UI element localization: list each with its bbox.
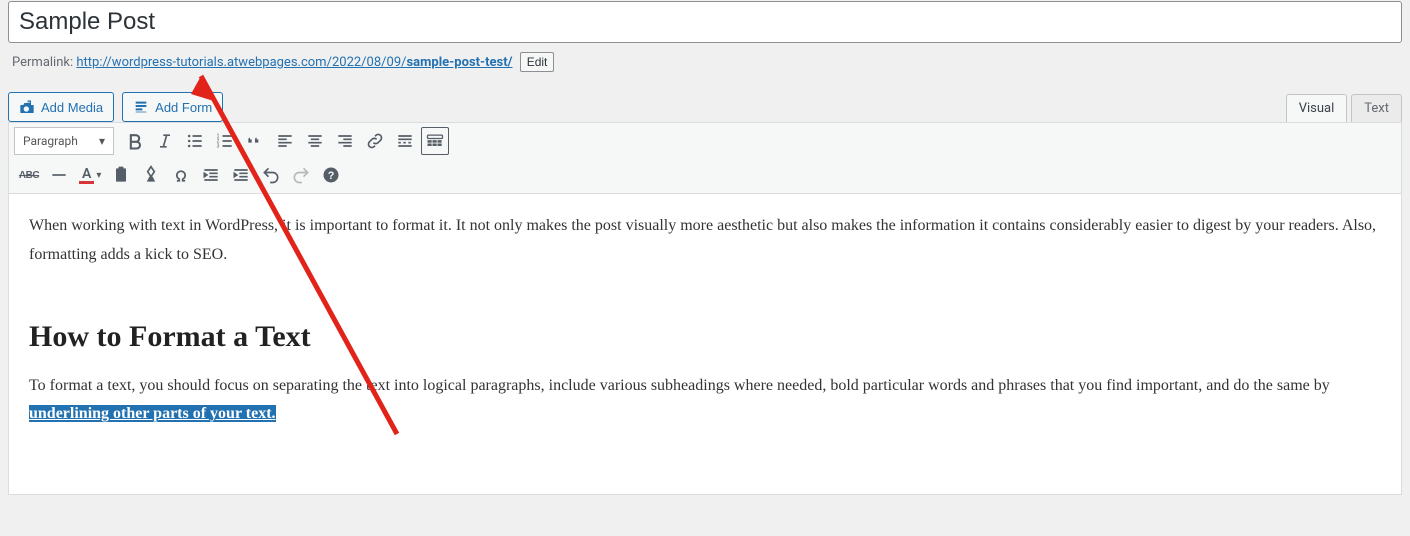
post-title-input[interactable] [8, 1, 1402, 43]
numbered-list-button[interactable]: 123 [211, 127, 239, 155]
permalink-link[interactable]: http://wordpress-tutorials.atwebpages.co… [76, 55, 512, 70]
svg-text:?: ? [328, 170, 335, 182]
toolbar: Paragraph ▾ 123 ABC A ▾ [9, 123, 1401, 194]
strikethrough-button[interactable]: ABC [15, 161, 43, 189]
content-paragraph: When working with text in WordPress, it … [29, 212, 1381, 270]
help-button[interactable]: ? [317, 161, 345, 189]
form-icon [133, 99, 149, 115]
content-paragraph: To format a text, you should focus on se… [29, 372, 1381, 430]
permalink-row: Permalink: http://wordpress-tutorials.at… [8, 43, 1402, 82]
toolbar-toggle-button[interactable] [421, 127, 449, 155]
selected-text: underlining other parts of your text. [29, 405, 276, 422]
align-left-button[interactable] [271, 127, 299, 155]
caret-down-icon: ▾ [99, 134, 105, 148]
add-form-button[interactable]: Add Form [122, 92, 223, 122]
align-right-button[interactable] [331, 127, 359, 155]
tab-text[interactable]: Text [1351, 94, 1402, 122]
redo-button[interactable] [287, 161, 315, 189]
caret-down-icon: ▾ [96, 170, 101, 181]
format-select[interactable]: Paragraph ▾ [14, 127, 114, 155]
indent-button[interactable] [227, 161, 255, 189]
outdent-button[interactable] [197, 161, 225, 189]
special-char-button[interactable] [167, 161, 195, 189]
bullet-list-button[interactable] [181, 127, 209, 155]
undo-button[interactable] [257, 161, 285, 189]
editor-box: Paragraph ▾ 123 ABC A ▾ [8, 122, 1402, 495]
bold-button[interactable] [121, 127, 149, 155]
italic-button[interactable] [151, 127, 179, 155]
camera-music-icon [19, 99, 35, 115]
tab-visual[interactable]: Visual [1286, 94, 1348, 122]
link-button[interactable] [361, 127, 389, 155]
add-media-button[interactable]: Add Media [8, 92, 114, 122]
permalink-label: Permalink: [12, 55, 73, 70]
read-more-button[interactable] [391, 127, 419, 155]
text-color-button[interactable]: A ▾ [75, 161, 105, 189]
blockquote-button[interactable] [241, 127, 269, 155]
horizontal-line-button[interactable] [45, 161, 73, 189]
clear-formatting-button[interactable] [137, 161, 165, 189]
paste-text-button[interactable] [107, 161, 135, 189]
edit-slug-button[interactable]: Edit [520, 52, 555, 72]
content-editor[interactable]: When working with text in WordPress, it … [9, 194, 1401, 494]
align-center-button[interactable] [301, 127, 329, 155]
content-heading: How to Format a Text [29, 310, 1381, 364]
svg-text:3: 3 [217, 144, 220, 150]
